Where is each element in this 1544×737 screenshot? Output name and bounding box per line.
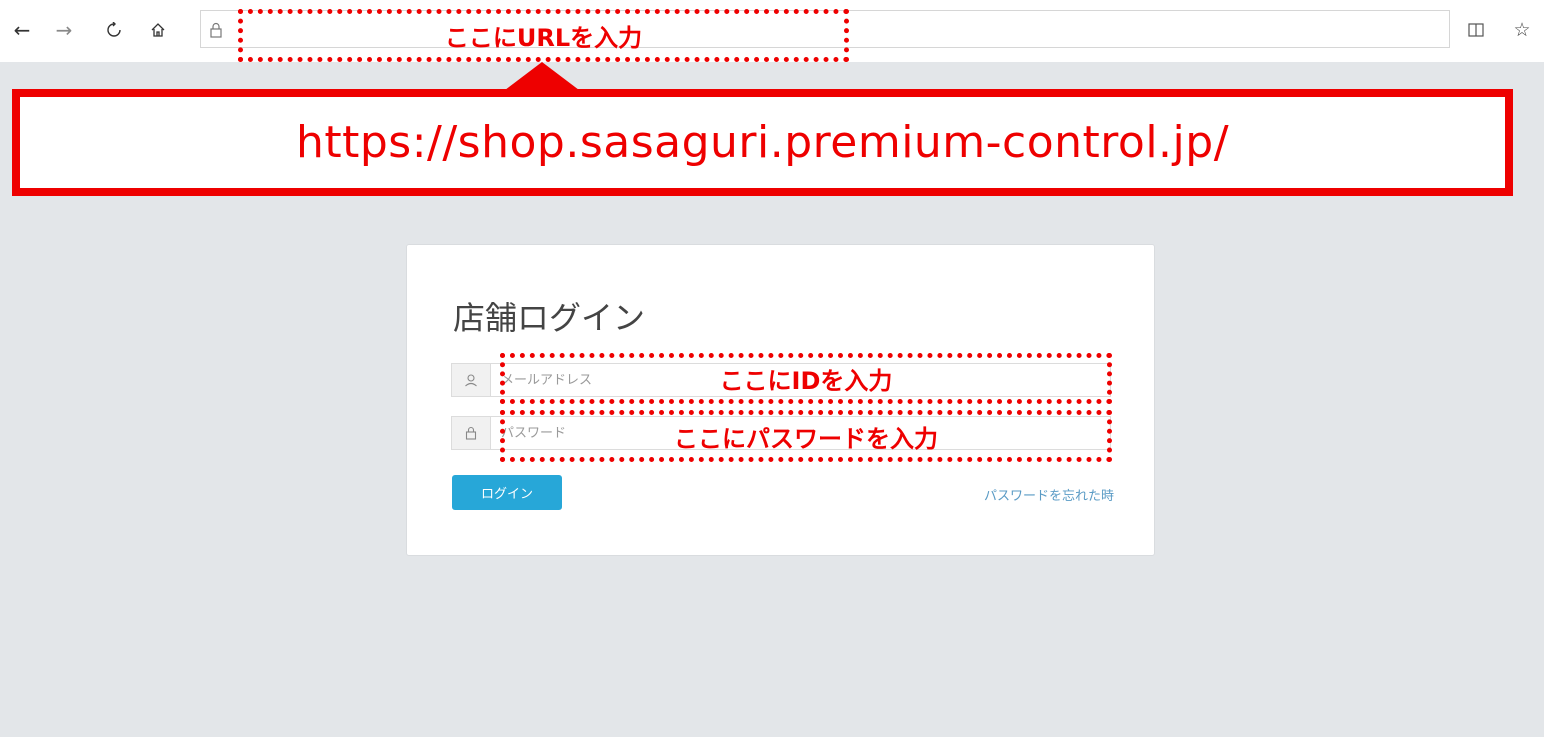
book-icon[interactable] (1463, 17, 1489, 43)
lock-icon (451, 416, 491, 450)
star-icon[interactable]: ☆ (1509, 17, 1535, 43)
refresh-icon[interactable] (100, 16, 128, 44)
url-hint-text: ここにURLを入力 (444, 24, 643, 52)
forgot-password-link[interactable]: パスワードを忘れた時 (984, 485, 1114, 504)
arrow-right-icon[interactable]: → (50, 16, 78, 44)
login-button[interactable]: ログイン (452, 475, 562, 510)
annotation-arrow (505, 62, 579, 90)
arrow-left-icon[interactable]: ← (8, 16, 36, 44)
home-icon[interactable] (144, 16, 172, 44)
page-title: 店舗ログイン (453, 299, 646, 337)
url-banner-text: https://shop.sasaguri.premium-control.jp… (295, 117, 1230, 168)
url-hint-annotation: ここにURLを入力 (238, 9, 849, 62)
id-hint-text: ここにIDを入力 (719, 367, 893, 395)
url-banner: https://shop.sasaguri.premium-control.jp… (12, 89, 1513, 196)
lock-icon (209, 22, 225, 38)
password-hint-annotation: ここにパスワードを入力 (500, 410, 1112, 462)
id-hint-annotation: ここにIDを入力 (500, 353, 1112, 404)
password-hint-text: ここにパスワードを入力 (674, 424, 938, 453)
user-icon (451, 363, 491, 397)
